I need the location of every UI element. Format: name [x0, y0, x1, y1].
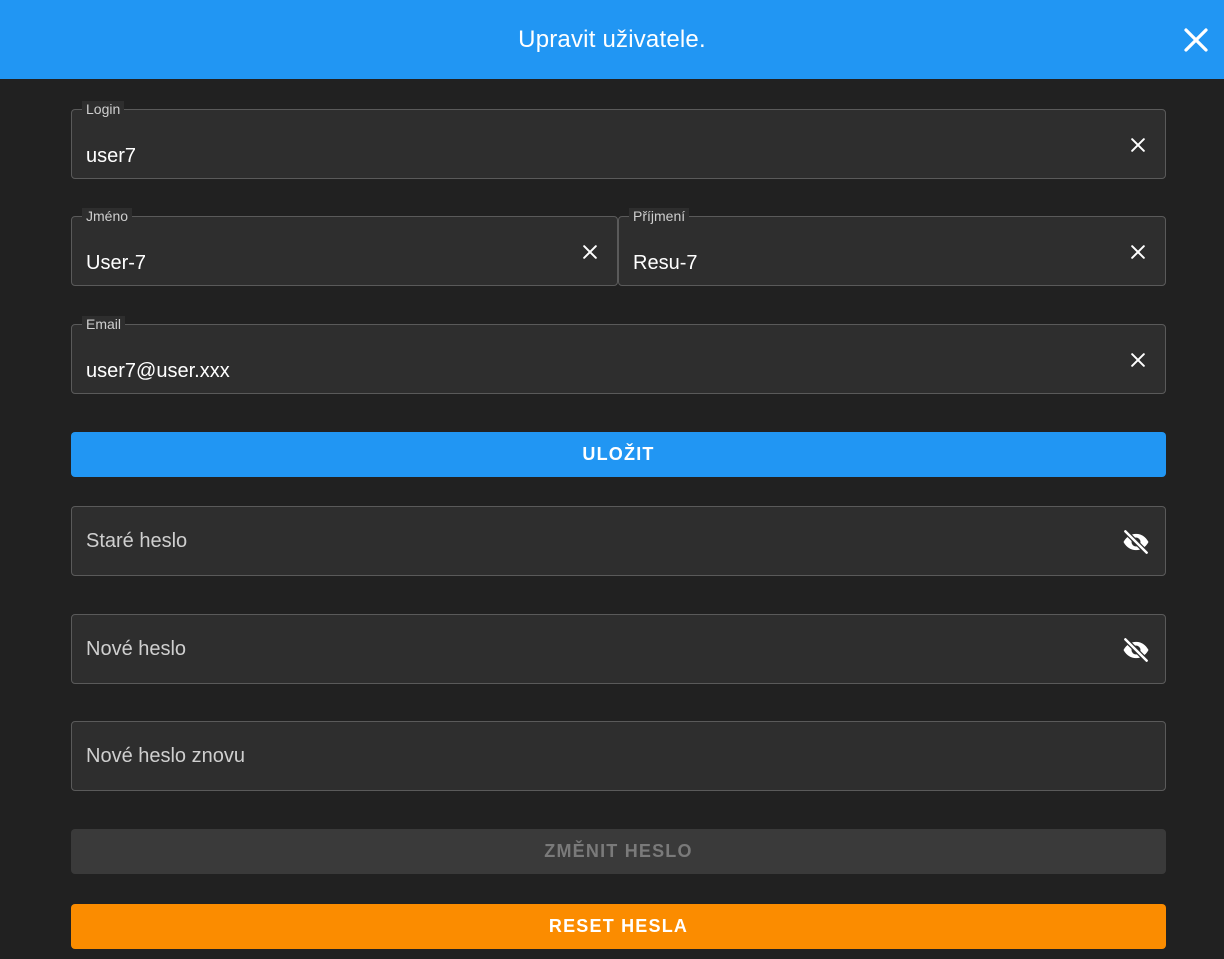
toggle-old-password-visibility[interactable] [1121, 527, 1151, 557]
change-password-button[interactable]: ZMĚNIT HESLO [71, 829, 1166, 874]
dialog-header: Upravit uživatele. [0, 0, 1224, 79]
login-field[interactable]: Login user7 [71, 101, 1166, 179]
login-value[interactable]: user7 [86, 144, 136, 168]
eye-off-icon [1122, 528, 1150, 556]
close-icon [1131, 353, 1145, 367]
close-icon [1131, 245, 1145, 259]
last-name-field[interactable]: Příjmení Resu-7 [618, 208, 1166, 286]
old-password-field[interactable]: Staré heslo [71, 506, 1166, 576]
clear-email-button[interactable] [1125, 347, 1151, 373]
dialog-title: Upravit uživatele. [518, 25, 706, 53]
new-password-again-field[interactable]: Nové heslo znovu [71, 721, 1166, 791]
save-button[interactable]: ULOŽIT [71, 432, 1166, 477]
new-password-field[interactable]: Nové heslo [71, 614, 1166, 684]
login-label: Login [82, 101, 125, 117]
first-name-field[interactable]: Jméno User-7 [71, 208, 618, 286]
email-value[interactable]: user7@user.xxx [86, 359, 230, 383]
clear-last-name-button[interactable] [1125, 239, 1151, 265]
email-field[interactable]: Email user7@user.xxx [71, 316, 1166, 394]
email-label: Email [82, 316, 126, 332]
last-name-value[interactable]: Resu-7 [633, 251, 697, 275]
first-name-value[interactable]: User-7 [86, 251, 146, 275]
close-dialog-button[interactable] [1176, 20, 1216, 60]
clear-first-name-button[interactable] [577, 239, 603, 265]
close-icon [1184, 28, 1208, 52]
toggle-new-password-visibility[interactable] [1121, 635, 1151, 665]
reset-password-button[interactable]: RESET HESLA [71, 904, 1166, 949]
clear-login-button[interactable] [1125, 132, 1151, 158]
new-password-again-placeholder: Nové heslo znovu [86, 745, 245, 767]
old-password-placeholder: Staré heslo [86, 530, 188, 552]
new-password-placeholder: Nové heslo [86, 638, 187, 660]
close-icon [1131, 138, 1145, 152]
last-name-label: Příjmení [629, 208, 690, 224]
first-name-label: Jméno [82, 208, 133, 224]
close-icon [583, 245, 597, 259]
eye-off-icon [1122, 636, 1150, 664]
